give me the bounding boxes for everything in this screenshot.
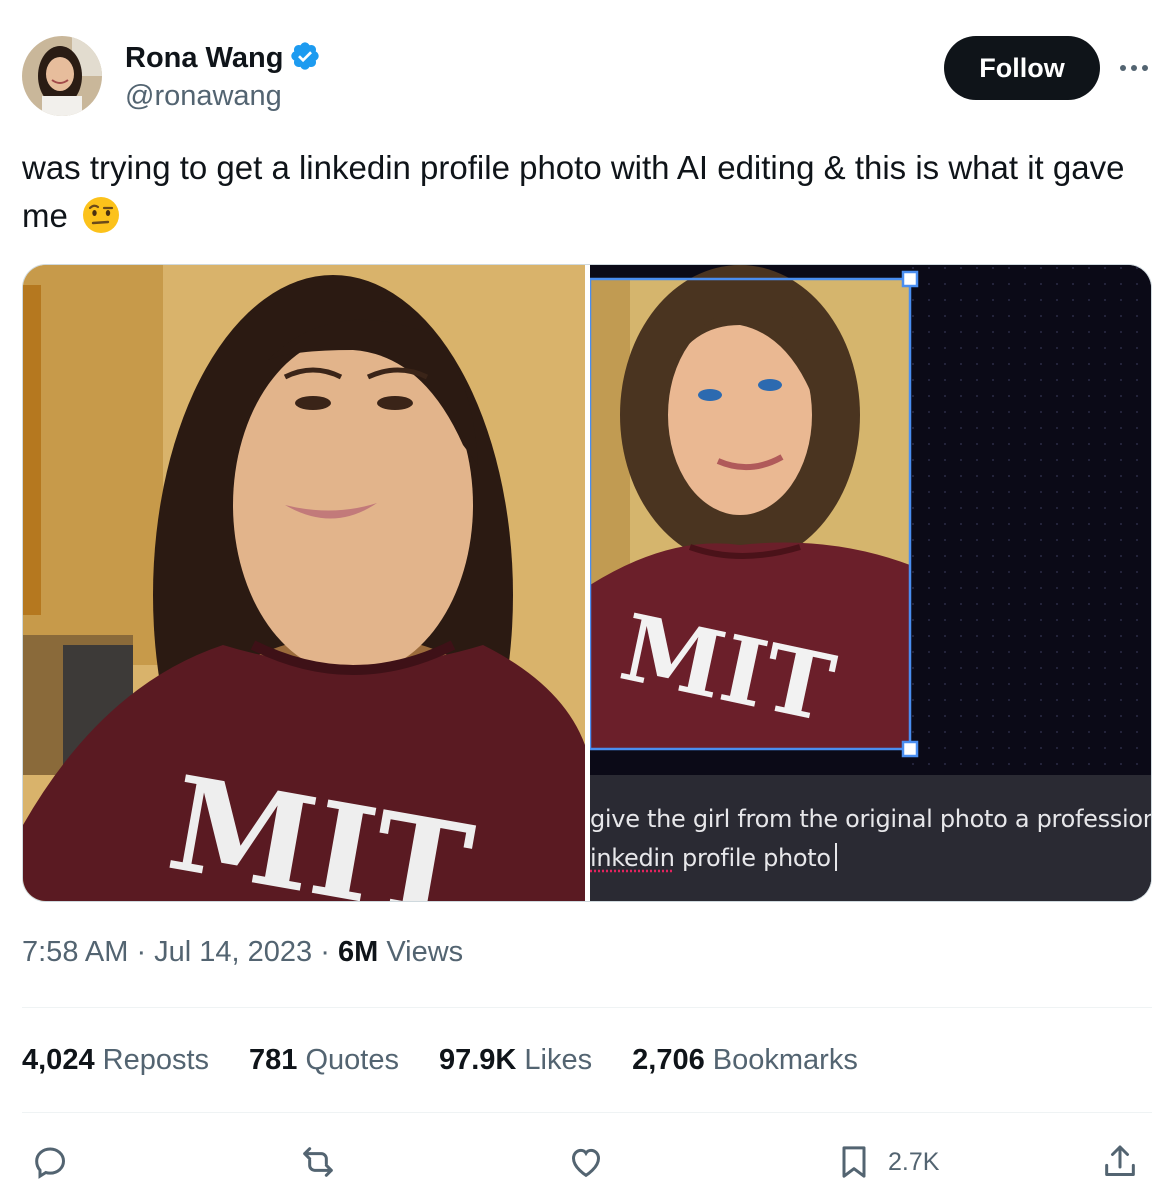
prompt-misspelled-word: inkedin — [590, 844, 675, 872]
prompt-text-rest: profile photo — [674, 844, 831, 872]
prompt-text-line1: give the girl from the original photo a … — [590, 805, 1152, 833]
bookmarks-count: 2,706 — [632, 1044, 705, 1076]
author-name[interactable]: Rona Wang — [125, 42, 283, 75]
engagement-stats: 4,024 Reposts 781 Quotes 97.9K Likes 2,7… — [22, 1044, 858, 1077]
divider — [22, 1007, 1152, 1008]
text-caret — [834, 843, 837, 871]
avatar[interactable] — [22, 36, 102, 116]
divider — [22, 1112, 1152, 1113]
repost-icon[interactable] — [298, 1136, 338, 1188]
reply-icon[interactable] — [30, 1136, 70, 1188]
views-label: Views — [378, 936, 464, 968]
likes-count: 97.9K — [438, 1044, 517, 1076]
likes-stat[interactable]: 97.9K Likes — [439, 1044, 592, 1077]
tweet-text: was trying to get a linkedin profile pho… — [22, 144, 1152, 240]
original-photo[interactable]: MIT — [23, 265, 585, 901]
ai-edited-photo[interactable]: MIT give the girl from the original phot… — [590, 265, 1152, 901]
bookmark-count: 2.7K — [888, 1147, 940, 1176]
tweet-media[interactable]: MIT MIT give the girl from the original … — [22, 264, 1152, 902]
share-icon[interactable] — [1100, 1136, 1140, 1188]
likes-label: Likes — [516, 1044, 593, 1076]
tweet-header: Rona Wang @ronawang Follow — [22, 36, 1152, 116]
more-options-icon[interactable] — [1116, 50, 1152, 86]
quotes-count: 781 — [249, 1044, 298, 1076]
bookmark-icon — [842, 1146, 866, 1178]
views-count: 6M — [337, 936, 379, 968]
prompt-text-line2: inkedin profile photo — [590, 843, 837, 872]
bookmarks-label: Bookmarks — [704, 1044, 858, 1076]
reposts-label: Reposts — [94, 1044, 210, 1076]
author-handle[interactable]: @ronawang — [125, 80, 282, 113]
author-name-row[interactable]: Rona Wang — [125, 40, 321, 77]
like-icon[interactable] — [566, 1136, 606, 1188]
follow-button[interactable]: Follow — [944, 36, 1100, 100]
quotes-stat[interactable]: 781 Quotes — [249, 1044, 399, 1077]
tweet-timestamp[interactable]: 7:58 AM · Jul 14, 2023 · — [22, 936, 338, 968]
tweet-meta: 7:58 AM · Jul 14, 2023 · 6M Views — [22, 936, 463, 969]
bookmark-button[interactable]: 2.7K — [834, 1136, 939, 1188]
reposts-count: 4,024 — [22, 1044, 95, 1076]
ai-prompt-box[interactable]: give the girl from the original photo a … — [590, 775, 1152, 901]
quotes-label: Quotes — [297, 1044, 399, 1076]
verified-badge-icon — [289, 40, 321, 77]
tweet-actions: 2.7K — [22, 1136, 1152, 1188]
raised-eyebrow-emoji-icon — [81, 195, 121, 235]
reposts-stat[interactable]: 4,024 Reposts — [22, 1044, 209, 1077]
bookmarks-stat[interactable]: 2,706 Bookmarks — [632, 1044, 858, 1077]
tweet-body: was trying to get a linkedin profile pho… — [22, 149, 1125, 234]
